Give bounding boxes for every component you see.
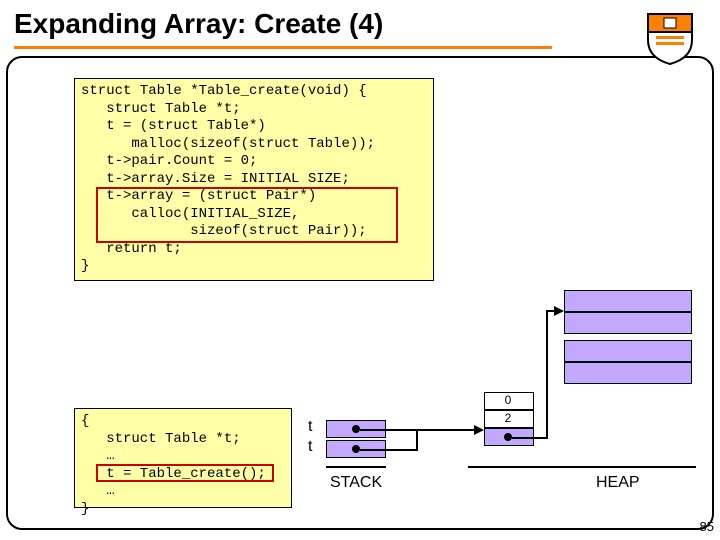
heap-array-0b (564, 312, 692, 334)
arrow-line-2a (360, 449, 418, 451)
pointer-dot-3 (504, 433, 512, 441)
slide-title: Expanding Array: Create (4) (8, 6, 580, 51)
title-underline (14, 46, 552, 49)
code-line: … (81, 483, 115, 499)
pointer-dot-1 (352, 425, 360, 433)
highlight-box-2 (96, 464, 274, 482)
code-line: { (81, 413, 89, 429)
title-text: Expanding Array: Create (4) (14, 8, 383, 39)
pointer-dot-2 (352, 445, 360, 453)
heap-array-1b (564, 362, 692, 384)
heap-val-0b: 0 (488, 393, 528, 407)
princeton-shield-icon (642, 10, 698, 66)
code-line: malloc(sizeof(struct Table)); (81, 136, 375, 152)
stack-label: STACK (330, 474, 382, 492)
heap-array-1a (564, 340, 692, 362)
heap-label: HEAP (596, 474, 640, 492)
code-line: } (81, 501, 89, 517)
arrow-line-3b (546, 310, 548, 439)
memory-diagram: t t STACK 0 2 0 2 HEAP (300, 270, 700, 520)
arrow-head-3 (554, 306, 564, 316)
code-line: t->pair.Count = 0; (81, 153, 257, 169)
code-block-caller: { struct Table *t; … t = Table_create();… (74, 408, 292, 508)
arrow-line-3a (512, 437, 548, 439)
code-line: … (81, 448, 115, 464)
stack-var-t1: t (308, 418, 312, 436)
code-line: t->array.Size = INITIAL SIZE; (81, 171, 350, 187)
arrow-line-2b (416, 429, 418, 451)
heap-underline (468, 466, 696, 468)
code-line: struct Table *Table_create(void) { (81, 83, 367, 99)
code-line: struct Table *t; (81, 431, 241, 447)
arrow-head-1 (474, 425, 484, 435)
heap-val-2b: 2 (488, 411, 528, 425)
stack-underline (326, 466, 386, 468)
page-number: 85 (700, 519, 714, 534)
code-line: t = (struct Table*) (81, 118, 266, 134)
code-block-create: struct Table *Table_create(void) { struc… (74, 78, 434, 281)
code-line: struct Table *t; (81, 101, 241, 117)
stack-var-t2: t (308, 438, 312, 456)
heap-array-0a (564, 290, 692, 312)
highlight-box-1 (96, 187, 398, 243)
code-line: } (81, 258, 89, 274)
arrow-line-1 (360, 429, 476, 431)
